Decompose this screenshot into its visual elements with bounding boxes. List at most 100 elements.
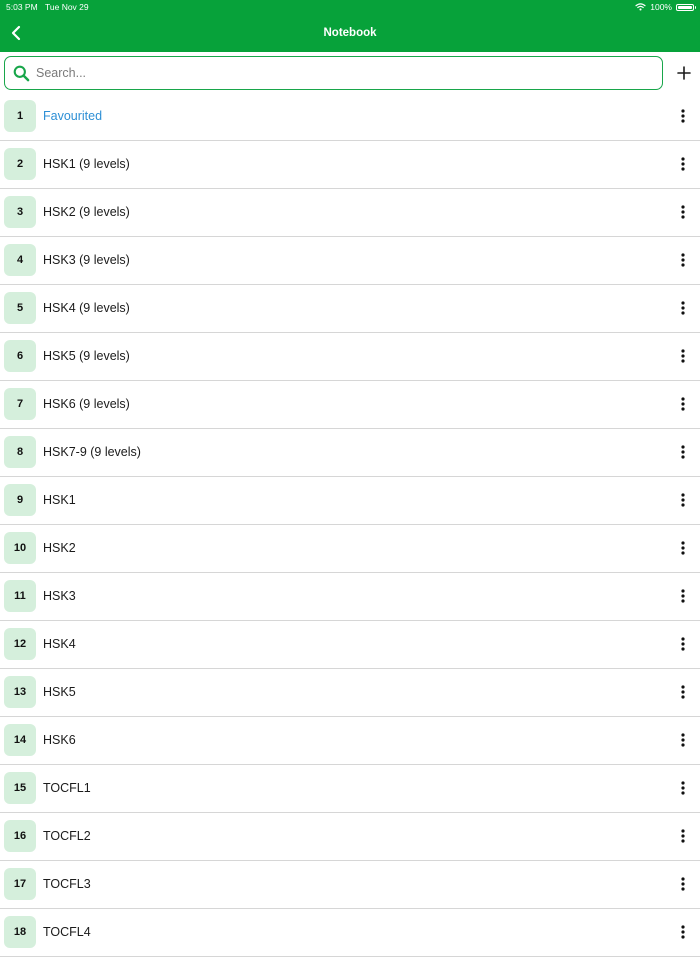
item-more-button[interactable] — [672, 296, 694, 320]
item-more-button[interactable] — [672, 200, 694, 224]
item-more-button[interactable] — [672, 872, 694, 896]
list-item[interactable]: 3 HSK2 (9 levels) — [0, 189, 700, 237]
more-vertical-icon — [681, 685, 685, 699]
item-label: HSK5 (9 levels) — [43, 349, 130, 363]
item-number-badge: 11 — [4, 580, 36, 612]
item-label: HSK6 (9 levels) — [43, 397, 130, 411]
list-item[interactable]: 2 HSK1 (9 levels) — [0, 141, 700, 189]
item-more-button[interactable] — [672, 632, 694, 656]
item-number-badge: 2 — [4, 148, 36, 180]
item-more-button[interactable] — [672, 104, 694, 128]
item-more-button[interactable] — [672, 584, 694, 608]
page-title: Notebook — [323, 27, 377, 39]
item-label: HSK1 — [43, 493, 76, 507]
item-number-badge: 10 — [4, 532, 36, 564]
item-number-badge: 13 — [4, 676, 36, 708]
item-label: HSK3 (9 levels) — [43, 253, 130, 267]
item-more-button[interactable] — [672, 776, 694, 800]
wifi-icon — [635, 3, 646, 11]
item-more-button[interactable] — [672, 392, 694, 416]
item-label: TOCFL2 — [43, 829, 91, 843]
item-label: TOCFL3 — [43, 877, 91, 891]
list-item[interactable]: 9 HSK1 — [0, 477, 700, 525]
more-vertical-icon — [681, 637, 685, 651]
item-number-badge: 6 — [4, 340, 36, 372]
more-vertical-icon — [681, 877, 685, 891]
item-number-badge: 15 — [4, 772, 36, 804]
item-label: HSK2 — [43, 541, 76, 555]
list-item[interactable]: 13 HSK5 — [0, 669, 700, 717]
add-notebook-button[interactable] — [674, 63, 694, 83]
list-item[interactable]: 14 HSK6 — [0, 717, 700, 765]
battery-percentage: 100% — [650, 2, 672, 12]
item-label: Favourited — [43, 109, 103, 123]
item-label: HSK3 — [43, 589, 76, 603]
item-label: HSK7-9 (9 levels) — [43, 445, 141, 459]
item-label: HSK4 (9 levels) — [43, 301, 130, 315]
list-item[interactable]: 7 HSK6 (9 levels) — [0, 381, 700, 429]
more-vertical-icon — [681, 349, 685, 363]
more-vertical-icon — [681, 541, 685, 555]
list-item[interactable]: 17 TOCFL3 — [0, 861, 700, 909]
more-vertical-icon — [681, 205, 685, 219]
list-item[interactable]: 12 HSK4 — [0, 621, 700, 669]
search-icon — [13, 65, 30, 82]
more-vertical-icon — [681, 925, 685, 939]
search-bar — [0, 52, 700, 94]
item-more-button[interactable] — [672, 536, 694, 560]
list-item[interactable]: 18 TOCFL4 — [0, 909, 700, 957]
item-number-badge: 4 — [4, 244, 36, 276]
battery-icon — [676, 3, 696, 11]
item-label: TOCFL4 — [43, 925, 91, 939]
item-more-button[interactable] — [672, 248, 694, 272]
list-item[interactable]: 11 HSK3 — [0, 573, 700, 621]
list-item[interactable]: 16 TOCFL2 — [0, 813, 700, 861]
app-header: 5:03 PM Tue Nov 29 100% Notebook — [0, 0, 700, 52]
more-vertical-icon — [681, 301, 685, 315]
search-input[interactable] — [36, 58, 646, 88]
item-label: HSK2 (9 levels) — [43, 205, 130, 219]
list-item[interactable]: 8 HSK7-9 (9 levels) — [0, 429, 700, 477]
item-number-badge: 3 — [4, 196, 36, 228]
item-label: HSK4 — [43, 637, 76, 651]
more-vertical-icon — [681, 829, 685, 843]
more-vertical-icon — [681, 109, 685, 123]
plus-icon — [677, 66, 691, 80]
item-number-badge: 8 — [4, 436, 36, 468]
item-label: HSK1 (9 levels) — [43, 157, 130, 171]
item-more-button[interactable] — [672, 152, 694, 176]
item-number-badge: 7 — [4, 388, 36, 420]
search-field[interactable] — [4, 56, 663, 90]
item-more-button[interactable] — [672, 440, 694, 464]
status-bar: 5:03 PM Tue Nov 29 100% — [0, 0, 700, 14]
item-number-badge: 1 — [4, 100, 36, 132]
list-item[interactable]: 5 HSK4 (9 levels) — [0, 285, 700, 333]
status-time: 5:03 PM — [6, 2, 38, 12]
list-item[interactable]: 4 HSK3 (9 levels) — [0, 237, 700, 285]
list-item[interactable]: 15 TOCFL1 — [0, 765, 700, 813]
item-number-badge: 17 — [4, 868, 36, 900]
status-date: Tue Nov 29 — [45, 2, 89, 12]
item-more-button[interactable] — [672, 728, 694, 752]
more-vertical-icon — [681, 493, 685, 507]
item-more-button[interactable] — [672, 344, 694, 368]
list-item[interactable]: 10 HSK2 — [0, 525, 700, 573]
list-item[interactable]: 6 HSK5 (9 levels) — [0, 333, 700, 381]
notebook-list: 1 Favourited 2 HSK1 (9 levels) 3 HSK2 (9 leve… — [0, 93, 700, 957]
item-more-button[interactable] — [672, 920, 694, 944]
item-label: HSK5 — [43, 685, 76, 699]
item-number-badge: 12 — [4, 628, 36, 660]
more-vertical-icon — [681, 445, 685, 459]
item-label: HSK6 — [43, 733, 76, 747]
item-number-badge: 9 — [4, 484, 36, 516]
item-more-button[interactable] — [672, 680, 694, 704]
item-number-badge: 18 — [4, 916, 36, 948]
more-vertical-icon — [681, 157, 685, 171]
status-indicators: 100% — [635, 0, 696, 14]
item-more-button[interactable] — [672, 488, 694, 512]
list-item[interactable]: 1 Favourited — [0, 93, 700, 141]
item-label: TOCFL1 — [43, 781, 91, 795]
item-number-badge: 16 — [4, 820, 36, 852]
more-vertical-icon — [681, 733, 685, 747]
item-more-button[interactable] — [672, 824, 694, 848]
